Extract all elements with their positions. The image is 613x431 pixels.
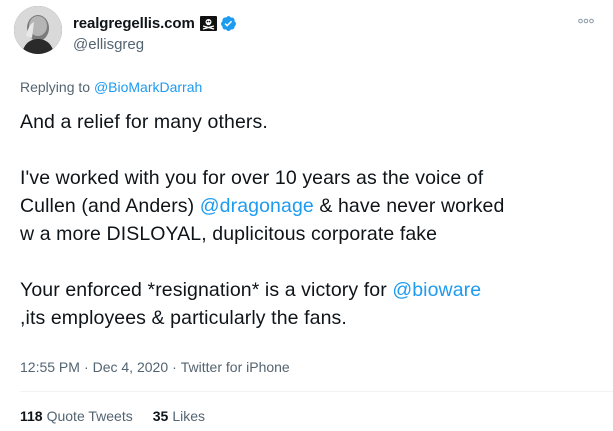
divider	[20, 391, 613, 392]
mention-bioware[interactable]: @bioware	[392, 279, 481, 301]
tweet: realgregellis.com @ellisgreg Replying to…	[0, 0, 613, 431]
quote-tweets-stat[interactable]: 118 Quote Tweets	[20, 408, 133, 424]
tweet-line: And a relief for many others.	[20, 111, 268, 133]
quote-label: Quote Tweets	[46, 408, 133, 424]
likes-stat[interactable]: 35 Likes	[153, 408, 205, 424]
pirate-flag-icon	[199, 15, 217, 31]
tweet-line: Your enforced *resignation* is a victory…	[20, 276, 605, 304]
tweet-stats: 118 Quote Tweets 35 Likes	[20, 408, 205, 424]
tweet-line: ,its employees & particularly the fans.	[20, 307, 347, 329]
tweet-metadata: 12:55 PM · Dec 4, 2020 · Twitter for iPhone	[20, 359, 290, 375]
mention-dragonage[interactable]: @dragonage	[200, 195, 314, 217]
tweet-line: Cullen (and Anders) @dragonage & have ne…	[20, 192, 605, 220]
avatar[interactable]	[14, 6, 62, 54]
author-info: realgregellis.com @ellisgreg	[73, 12, 237, 53]
like-count: 35	[152, 408, 169, 424]
more-options-icon	[578, 11, 594, 29]
display-name[interactable]: realgregellis.com	[73, 15, 195, 32]
tweet-text-segment: Your enforced *resignation* is a victory…	[20, 279, 393, 301]
like-label: Likes	[172, 408, 205, 424]
meta-separator: ·	[83, 359, 89, 375]
tweet-line: w a more DISLOYAL, duplicitous corporate…	[20, 223, 438, 245]
handle[interactable]: @ellisgreg	[73, 36, 237, 53]
replying-to-link[interactable]: @BioMarkDarrah	[94, 79, 202, 95]
replying-prefix: Replying to	[20, 79, 91, 95]
tweet-text-segment: Cullen (and Anders)	[20, 195, 200, 217]
tweet-date[interactable]: Dec 4, 2020	[93, 359, 169, 375]
quote-count: 118	[20, 408, 43, 424]
verified-badge-icon	[220, 15, 237, 32]
meta-separator: ·	[172, 359, 177, 375]
tweet-source[interactable]: Twitter for iPhone	[181, 359, 290, 375]
tweet-line: I've worked with you for over 10 years a…	[20, 167, 484, 189]
tweet-text-segment: & have never worked	[313, 195, 505, 217]
tweet-time[interactable]: 12:55 PM	[20, 359, 80, 375]
replying-to: Replying to @BioMarkDarrah	[20, 79, 202, 95]
tweet-text: And a relief for many others. I've worke…	[20, 108, 605, 332]
more-options-button[interactable]	[575, 12, 597, 28]
